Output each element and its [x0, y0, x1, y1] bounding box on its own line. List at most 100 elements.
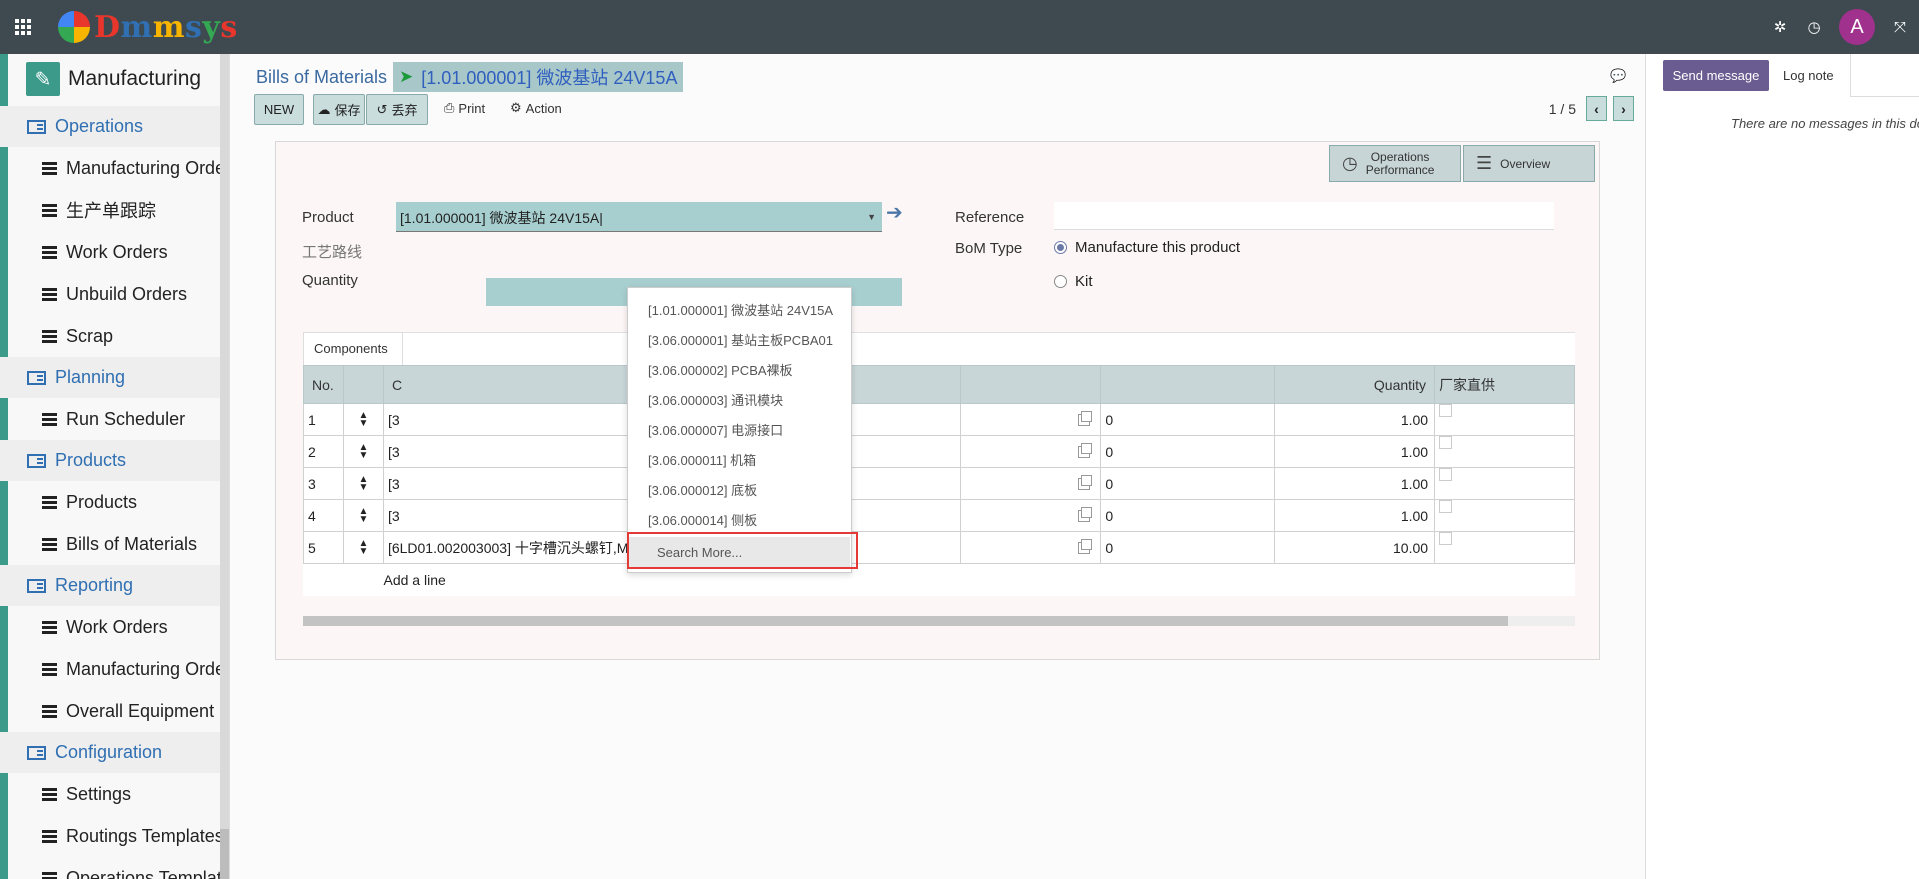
sidebar-item[interactable]: Unbuild Orders	[0, 273, 220, 315]
expand-icon[interactable]: ⤧	[1891, 19, 1909, 36]
apps-icon[interactable]	[0, 0, 46, 54]
operations-performance-button[interactable]: ◷ Operations Performance	[1329, 145, 1461, 182]
drag-handle-icon[interactable]: ▲ ▼	[342, 403, 384, 436]
row-value[interactable]: 0	[1100, 499, 1276, 532]
dropdown-option[interactable]: [3.06.000014] 侧板	[628, 504, 851, 534]
sidebar-section[interactable]: Configuration	[0, 732, 220, 773]
copy-icon[interactable]	[1078, 442, 1093, 458]
checkbox[interactable]	[1439, 499, 1453, 513]
dropdown-option[interactable]: [3.06.000011] 机箱	[628, 444, 851, 474]
sidebar-section[interactable]: Products	[0, 440, 220, 481]
row-quantity[interactable]: 1.00	[1274, 435, 1436, 468]
row-quantity[interactable]: 1.00	[1274, 499, 1436, 532]
sidebar-item[interactable]: Manufacturing Orders	[0, 147, 220, 189]
log-note-button[interactable]: Log note	[1783, 68, 1834, 83]
sidebar-item[interactable]: Run Scheduler	[0, 398, 220, 440]
row-extra[interactable]	[960, 531, 1102, 564]
caret-down-icon[interactable]: ▼	[867, 212, 876, 222]
table-row[interactable]: 1 ▲ ▼ [3 0 1.00	[303, 403, 1575, 436]
clock-icon[interactable]: ◷	[1805, 18, 1823, 36]
discard-button[interactable]: ↺ 丢弃	[366, 94, 428, 125]
chat-icon[interactable]: 💬	[1610, 68, 1626, 84]
sidebar-item[interactable]: Work Orders	[0, 606, 220, 648]
row-value[interactable]: 0	[1100, 531, 1276, 564]
table-row[interactable]: 4 ▲ ▼ [3 0 1.00	[303, 499, 1575, 532]
send-message-button[interactable]: Send message	[1663, 60, 1769, 91]
dropdown-option[interactable]: [1.01.000001] 微波基站 24V15A	[628, 294, 851, 324]
row-extra[interactable]	[960, 467, 1102, 500]
dropdown-option[interactable]: [3.06.000001] 基站主板PCBA01	[628, 324, 851, 354]
dropdown-option[interactable]: [3.06.000007] 电源接口	[628, 414, 851, 444]
row-vendor-supply[interactable]	[1434, 403, 1575, 436]
copy-icon[interactable]	[1078, 410, 1093, 426]
copy-icon[interactable]	[1078, 506, 1093, 522]
col-quantity-header[interactable]: Quantity	[1274, 365, 1436, 404]
save-button[interactable]: ☁ 保存	[313, 94, 365, 125]
drag-handle-icon[interactable]: ▲ ▼	[342, 499, 384, 532]
sidebar-section[interactable]: Reporting	[0, 565, 220, 606]
row-value[interactable]: 0	[1100, 467, 1276, 500]
print-menu-button[interactable]: ⎙ Print	[444, 100, 485, 116]
sidebar-scrollbar-thumb[interactable]	[220, 829, 229, 879]
row-vendor-supply[interactable]	[1434, 435, 1575, 468]
drag-handle-icon[interactable]: ▲ ▼	[342, 467, 384, 500]
tab-components[interactable]: Components	[303, 332, 403, 365]
checkbox[interactable]	[1439, 403, 1453, 417]
drag-handle-icon[interactable]: ▲ ▼	[342, 531, 384, 564]
row-extra[interactable]	[960, 435, 1102, 468]
sidebar-item[interactable]: Routings Templates	[0, 815, 220, 857]
app-title[interactable]: ✎ Manufacturing	[26, 62, 201, 96]
pager-next-button[interactable]: ›	[1613, 96, 1634, 121]
bug-icon[interactable]: ✲	[1771, 18, 1789, 36]
row-value[interactable]: 0	[1100, 403, 1276, 436]
radio-selected-icon[interactable]	[1054, 241, 1067, 254]
radio-unselected-icon[interactable]	[1054, 275, 1067, 288]
checkbox[interactable]	[1439, 435, 1453, 449]
sidebar-scrollbar[interactable]	[220, 54, 229, 879]
col-no-header[interactable]: No.	[303, 365, 344, 404]
dropdown-option[interactable]: [3.06.000003] 通讯模块	[628, 384, 851, 414]
sidebar-item[interactable]: Bills of Materials	[0, 523, 220, 565]
checkbox[interactable]	[1439, 531, 1453, 545]
row-quantity[interactable]: 1.00	[1274, 467, 1436, 500]
sidebar-item[interactable]: Settings	[0, 773, 220, 815]
row-vendor-supply[interactable]	[1434, 467, 1575, 500]
pager-value[interactable]: 1 / 5	[1549, 101, 1576, 117]
copy-icon[interactable]	[1078, 474, 1093, 490]
sidebar-section[interactable]: Operations	[0, 106, 220, 147]
bom-type-manufacture-option[interactable]: Manufacture this product	[1054, 239, 1240, 256]
dropdown-option[interactable]: [3.06.000012] 底板	[628, 474, 851, 504]
table-scrollbar-thumb[interactable]	[303, 616, 1508, 626]
external-link-arrow-icon[interactable]: ➔	[886, 200, 903, 225]
sidebar-item[interactable]: Products	[0, 481, 220, 523]
row-vendor-supply[interactable]	[1434, 531, 1575, 564]
brand-logo[interactable]: Dmmsys	[58, 10, 238, 45]
sidebar-item[interactable]: Overall Equipment Effectiveness	[0, 690, 220, 732]
pager-previous-button[interactable]: ‹	[1586, 96, 1607, 121]
row-quantity[interactable]: 10.00	[1274, 531, 1436, 564]
col-vendor-supply-header[interactable]: 厂家直供	[1434, 365, 1575, 404]
table-row[interactable]: 3 ▲ ▼ [3 0 1.00	[303, 467, 1575, 500]
breadcrumb-root[interactable]: Bills of Materials	[256, 67, 387, 88]
sidebar-item[interactable]: Operations Templates	[0, 857, 220, 879]
user-avatar[interactable]: A	[1839, 9, 1875, 45]
bom-type-kit-option[interactable]: Kit	[1054, 273, 1093, 290]
dropdown-option[interactable]: [3.06.000002] PCBA裸板	[628, 354, 851, 384]
action-menu-button[interactable]: ⚙ Action	[510, 100, 562, 116]
new-button[interactable]: NEW	[254, 94, 304, 125]
table-row[interactable]: 5 ▲ ▼ [6LD01.002003003] 十字槽沉头螺钉,M2,5,4.8 级0…	[303, 531, 1575, 564]
sidebar-item[interactable]: Manufacturing Orders	[0, 648, 220, 690]
add-line-link[interactable]: Add a line	[304, 564, 1575, 596]
sidebar-item[interactable]: Scrap	[0, 315, 220, 357]
row-quantity[interactable]: 1.00	[1274, 403, 1436, 436]
sidebar-section[interactable]: Planning	[0, 357, 220, 398]
sidebar-item[interactable]: Work Orders	[0, 231, 220, 273]
drag-handle-icon[interactable]: ▲ ▼	[342, 435, 384, 468]
sidebar-item[interactable]: 生产单跟踪	[0, 189, 220, 231]
overview-button[interactable]: ☰ Overview	[1463, 145, 1595, 182]
checkbox[interactable]	[1439, 467, 1453, 481]
product-input[interactable]: [1.01.000001] 微波基站 24V15A| ▼	[396, 202, 882, 232]
row-extra[interactable]	[960, 499, 1102, 532]
reference-input[interactable]	[1054, 202, 1554, 230]
row-value[interactable]: 0	[1100, 435, 1276, 468]
